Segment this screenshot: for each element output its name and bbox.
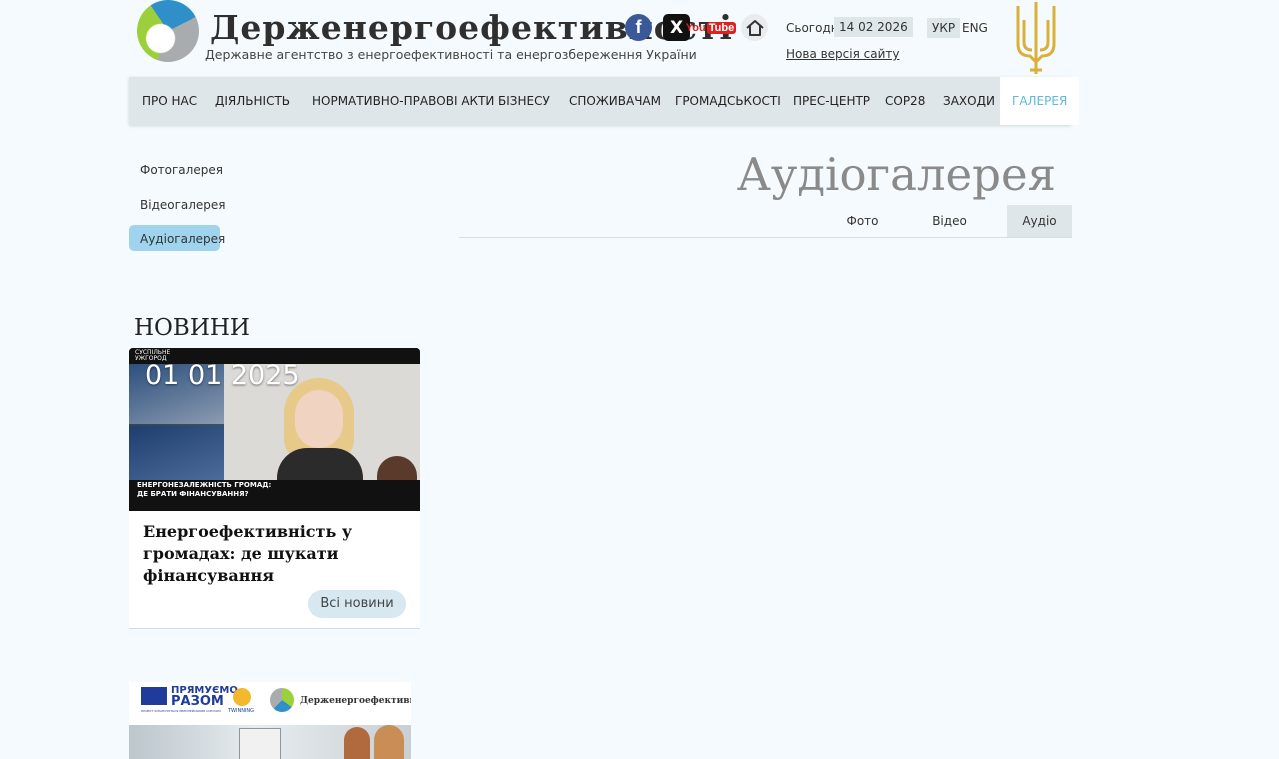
tabs-divider <box>459 237 1072 238</box>
nav-item-cop28[interactable]: COP28 <box>885 77 925 125</box>
nav-item-consumers[interactable]: СПОЖИВАЧАМ <box>569 77 661 125</box>
youtube-icon[interactable]: You Tube <box>686 14 737 41</box>
banner-agency: Держенергоефективності <box>300 696 411 706</box>
nav-item-gallery[interactable]: ГАЛЕРЕЯ <box>1000 77 1080 125</box>
banner-eu-note: ПРОЕКТ ФІНАНСУЄТЬСЯ ЄВРОПЕЙСЬКИМ СОЮЗОМ <box>141 709 221 713</box>
new-version-link[interactable]: Нова версія сайту <box>786 47 899 61</box>
eu-flag-icon <box>141 687 167 705</box>
nav-item-press-center[interactable]: ПРЕС-ЦЕНТР <box>793 77 870 125</box>
agency-logo[interactable] <box>137 0 199 62</box>
lang-ukr[interactable]: УКР <box>927 18 961 38</box>
site-title[interactable]: Держенергоефективності <box>210 8 733 47</box>
page-title: Аудіогалерея <box>736 148 1056 201</box>
nav-item-business[interactable]: БІЗНЕСУ <box>498 77 550 125</box>
nav-item-about[interactable]: ПРО НАС <box>142 77 197 125</box>
news-date: 01 01 2025 <box>145 360 300 391</box>
sidebar-item-video-gallery[interactable]: Відеогалерея <box>140 198 226 212</box>
youtube-tube: Tube <box>706 21 737 34</box>
sidebar-item-audio-gallery[interactable]: Аудіогалерея <box>140 232 225 246</box>
banner-eu-bottom: РАЗОМ <box>171 694 224 709</box>
tab-video[interactable]: Відео <box>912 205 987 238</box>
tab-photo[interactable]: Фото <box>825 205 900 238</box>
news-image-caption: ЕНЕРГОНЕЗАЛЕЖНІСТЬ ГРОМАД: ДЕ БРАТИ ФІНА… <box>137 481 272 498</box>
banner-twinning: TWINNING <box>228 708 255 714</box>
nav-item-public[interactable]: ГРОМАДСЬКОСТІ <box>675 77 781 125</box>
home-icon[interactable] <box>741 14 768 41</box>
coat-of-arms-icon <box>1012 0 1060 76</box>
news-title[interactable]: Енергоефективність у громадах: де шукати… <box>143 521 413 587</box>
tab-audio[interactable]: Аудіо <box>1007 205 1072 238</box>
today-date: 14 02 2026 <box>834 17 913 37</box>
twinning-icon <box>233 688 251 706</box>
partner-banner[interactable]: ПРЯМУЄМО РАЗОМ ПРОЕКТ ФІНАНСУЄТЬСЯ ЄВРОП… <box>129 682 411 759</box>
news-heading: НОВИНИ <box>134 315 250 341</box>
site-subtitle: Державне агентство з енергоефективності … <box>205 47 697 62</box>
lang-eng[interactable]: ENG <box>962 21 988 35</box>
facebook-glyph: f <box>635 17 642 37</box>
nav-item-activity[interactable]: ДІЯЛЬНІСТЬ <box>215 77 290 125</box>
nav-item-legal-acts[interactable]: НОРМАТИВНО-ПРАВОВІ АКТИ <box>312 77 494 125</box>
nav-item-events[interactable]: ЗАХОДИ <box>943 77 995 125</box>
x-glyph: X <box>669 17 684 38</box>
all-news-button[interactable]: Всі новини <box>308 590 406 618</box>
youtube-you: You <box>685 21 706 34</box>
facebook-icon[interactable]: f <box>625 14 652 41</box>
agency-banner-logo-icon <box>270 688 294 712</box>
sidebar-item-photo-gallery[interactable]: Фотогалерея <box>140 163 223 177</box>
